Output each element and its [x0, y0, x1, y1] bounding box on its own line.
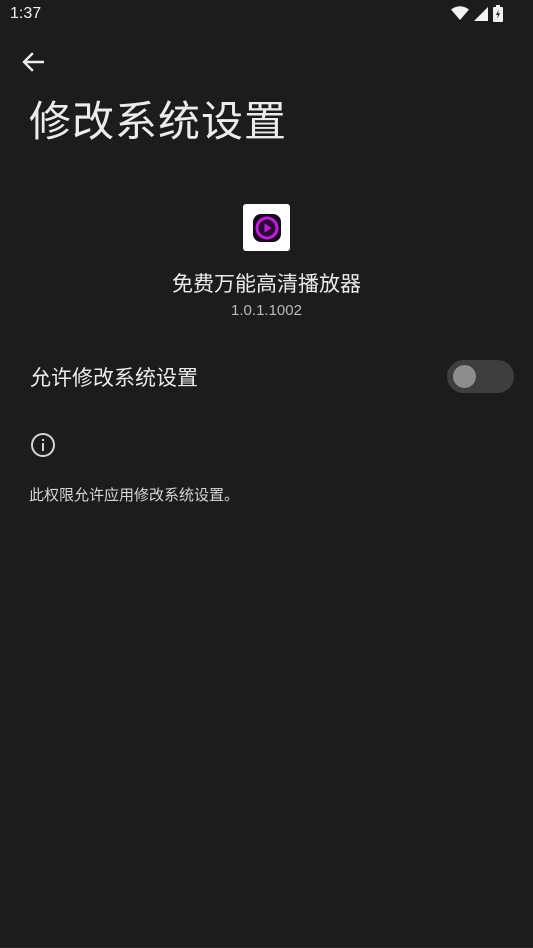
- back-button[interactable]: [14, 44, 52, 80]
- signal-icon: [474, 6, 488, 25]
- info-description: 此权限允许应用修改系统设置。: [29, 486, 240, 504]
- app-icon: [243, 204, 290, 251]
- app-name: 免费万能高清播放器: [172, 272, 361, 296]
- page-title: 修改系统设置: [29, 97, 288, 146]
- status-icons: [451, 4, 503, 26]
- allow-modify-settings-row[interactable]: 允许修改系统设置: [0, 340, 533, 414]
- app-version: 1.0.1.1002: [231, 302, 302, 319]
- status-time: 1:37: [10, 5, 42, 22]
- status-bar: 1:37: [0, 0, 533, 30]
- battery-icon: [493, 4, 503, 26]
- allow-modify-settings-switch[interactable]: [447, 360, 514, 393]
- info-icon: [30, 432, 56, 458]
- wifi-icon: [451, 5, 469, 25]
- switch-thumb: [453, 365, 476, 388]
- arrow-back-icon: [22, 52, 44, 72]
- allow-modify-settings-label: 允许修改系统设置: [30, 366, 198, 390]
- settings-screen: 1:37 修改系统设置 免费万能高清播放器 1.0.1.1002 允许修改系统设…: [0, 0, 533, 948]
- play-circle-icon: [252, 213, 281, 242]
